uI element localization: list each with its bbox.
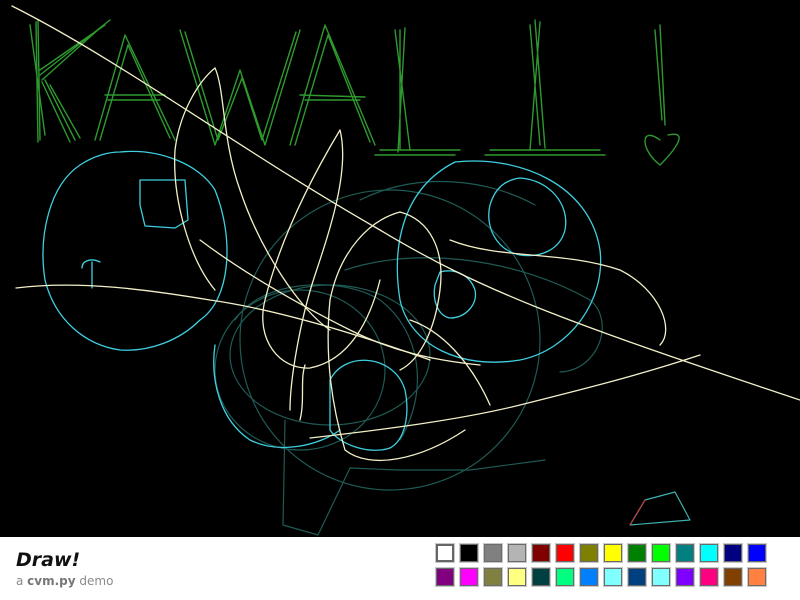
color-swatch-r2-c2[interactable]: [459, 567, 479, 587]
color-palette: [435, 543, 772, 592]
subtitle-brand: cvm.py: [27, 574, 76, 588]
subtitle-suffix: demo: [75, 574, 114, 588]
subtitle-prefix: a: [16, 574, 28, 588]
color-swatch-r2-c14[interactable]: [747, 567, 767, 587]
color-swatch-r2-c10[interactable]: [651, 567, 671, 587]
color-swatch-r1-c8[interactable]: [603, 543, 623, 563]
color-swatch-r2-c4[interactable]: [507, 567, 527, 587]
color-swatch-r1-c12[interactable]: [699, 543, 719, 563]
color-swatch-r1-c7[interactable]: [579, 543, 599, 563]
color-swatch-r1-c5[interactable]: [531, 543, 551, 563]
color-swatch-r1-c3[interactable]: [483, 543, 503, 563]
color-swatch-r2-c12[interactable]: [699, 567, 719, 587]
small-shape: [629, 491, 691, 526]
color-swatch-r1-c1[interactable]: [435, 543, 455, 563]
teal-strokes: [214, 180, 603, 536]
color-swatch-r2-c3[interactable]: [483, 567, 503, 587]
color-swatch-r2-c5[interactable]: [531, 567, 551, 587]
color-swatch-r1-c14[interactable]: [747, 543, 767, 563]
color-swatch-r1-c11[interactable]: [675, 543, 695, 563]
green-kawaii-text: [29, 19, 680, 166]
color-swatch-r2-c6[interactable]: [555, 567, 575, 587]
app-subtitle: a cvm.py demo: [16, 573, 113, 589]
canvas-drawing: [11, 5, 800, 536]
color-swatch-r2-c8[interactable]: [603, 567, 623, 587]
color-swatch-r2-c11[interactable]: [675, 567, 695, 587]
color-swatch-r1-c6[interactable]: [555, 543, 575, 563]
color-swatch-r1-c9[interactable]: [627, 543, 647, 563]
color-swatch-r1-c2[interactable]: [459, 543, 479, 563]
color-swatch-r1-c13[interactable]: [723, 543, 743, 563]
drawing-canvas[interactable]: [0, 0, 800, 537]
color-swatch-r2-c13[interactable]: [723, 567, 743, 587]
color-swatch-r2-c7[interactable]: [579, 567, 599, 587]
draw-app: Draw! a cvm.py demo: [0, 0, 800, 600]
color-swatch-r2-c9[interactable]: [627, 567, 647, 587]
color-swatch-r2-c1[interactable]: [435, 567, 455, 587]
color-swatch-r1-c4[interactable]: [507, 543, 527, 563]
footer-bar: Draw! a cvm.py demo: [0, 537, 800, 600]
color-swatch-r1-c10[interactable]: [651, 543, 671, 563]
app-title: Draw!: [16, 549, 81, 571]
